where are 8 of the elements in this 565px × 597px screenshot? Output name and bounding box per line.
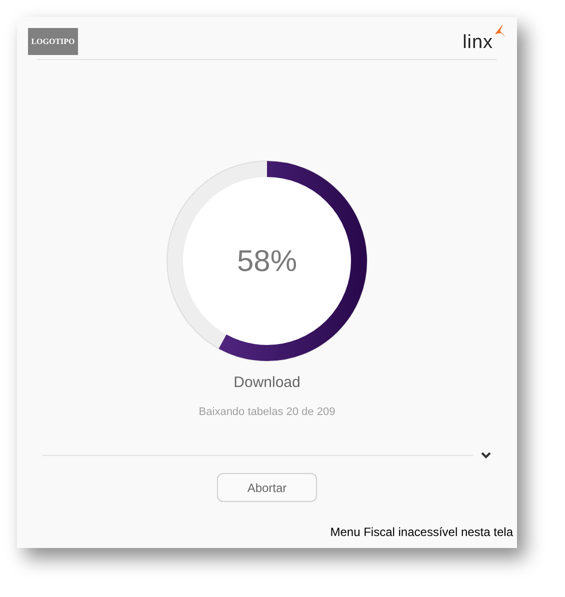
footer-notice: Menu Fiscal inacessível nesta tela [330,524,513,541]
abort-button[interactable]: Abortar [217,473,317,502]
logo-text: LOGOTIPO [31,36,75,48]
brand-logo: linx [462,33,493,52]
progress-percent: 58% [236,244,298,280]
progress-status: Baixando tabelas 20 de 209 [198,404,336,420]
progress-title: Download [234,373,300,393]
chevron-icon[interactable] [481,452,491,459]
